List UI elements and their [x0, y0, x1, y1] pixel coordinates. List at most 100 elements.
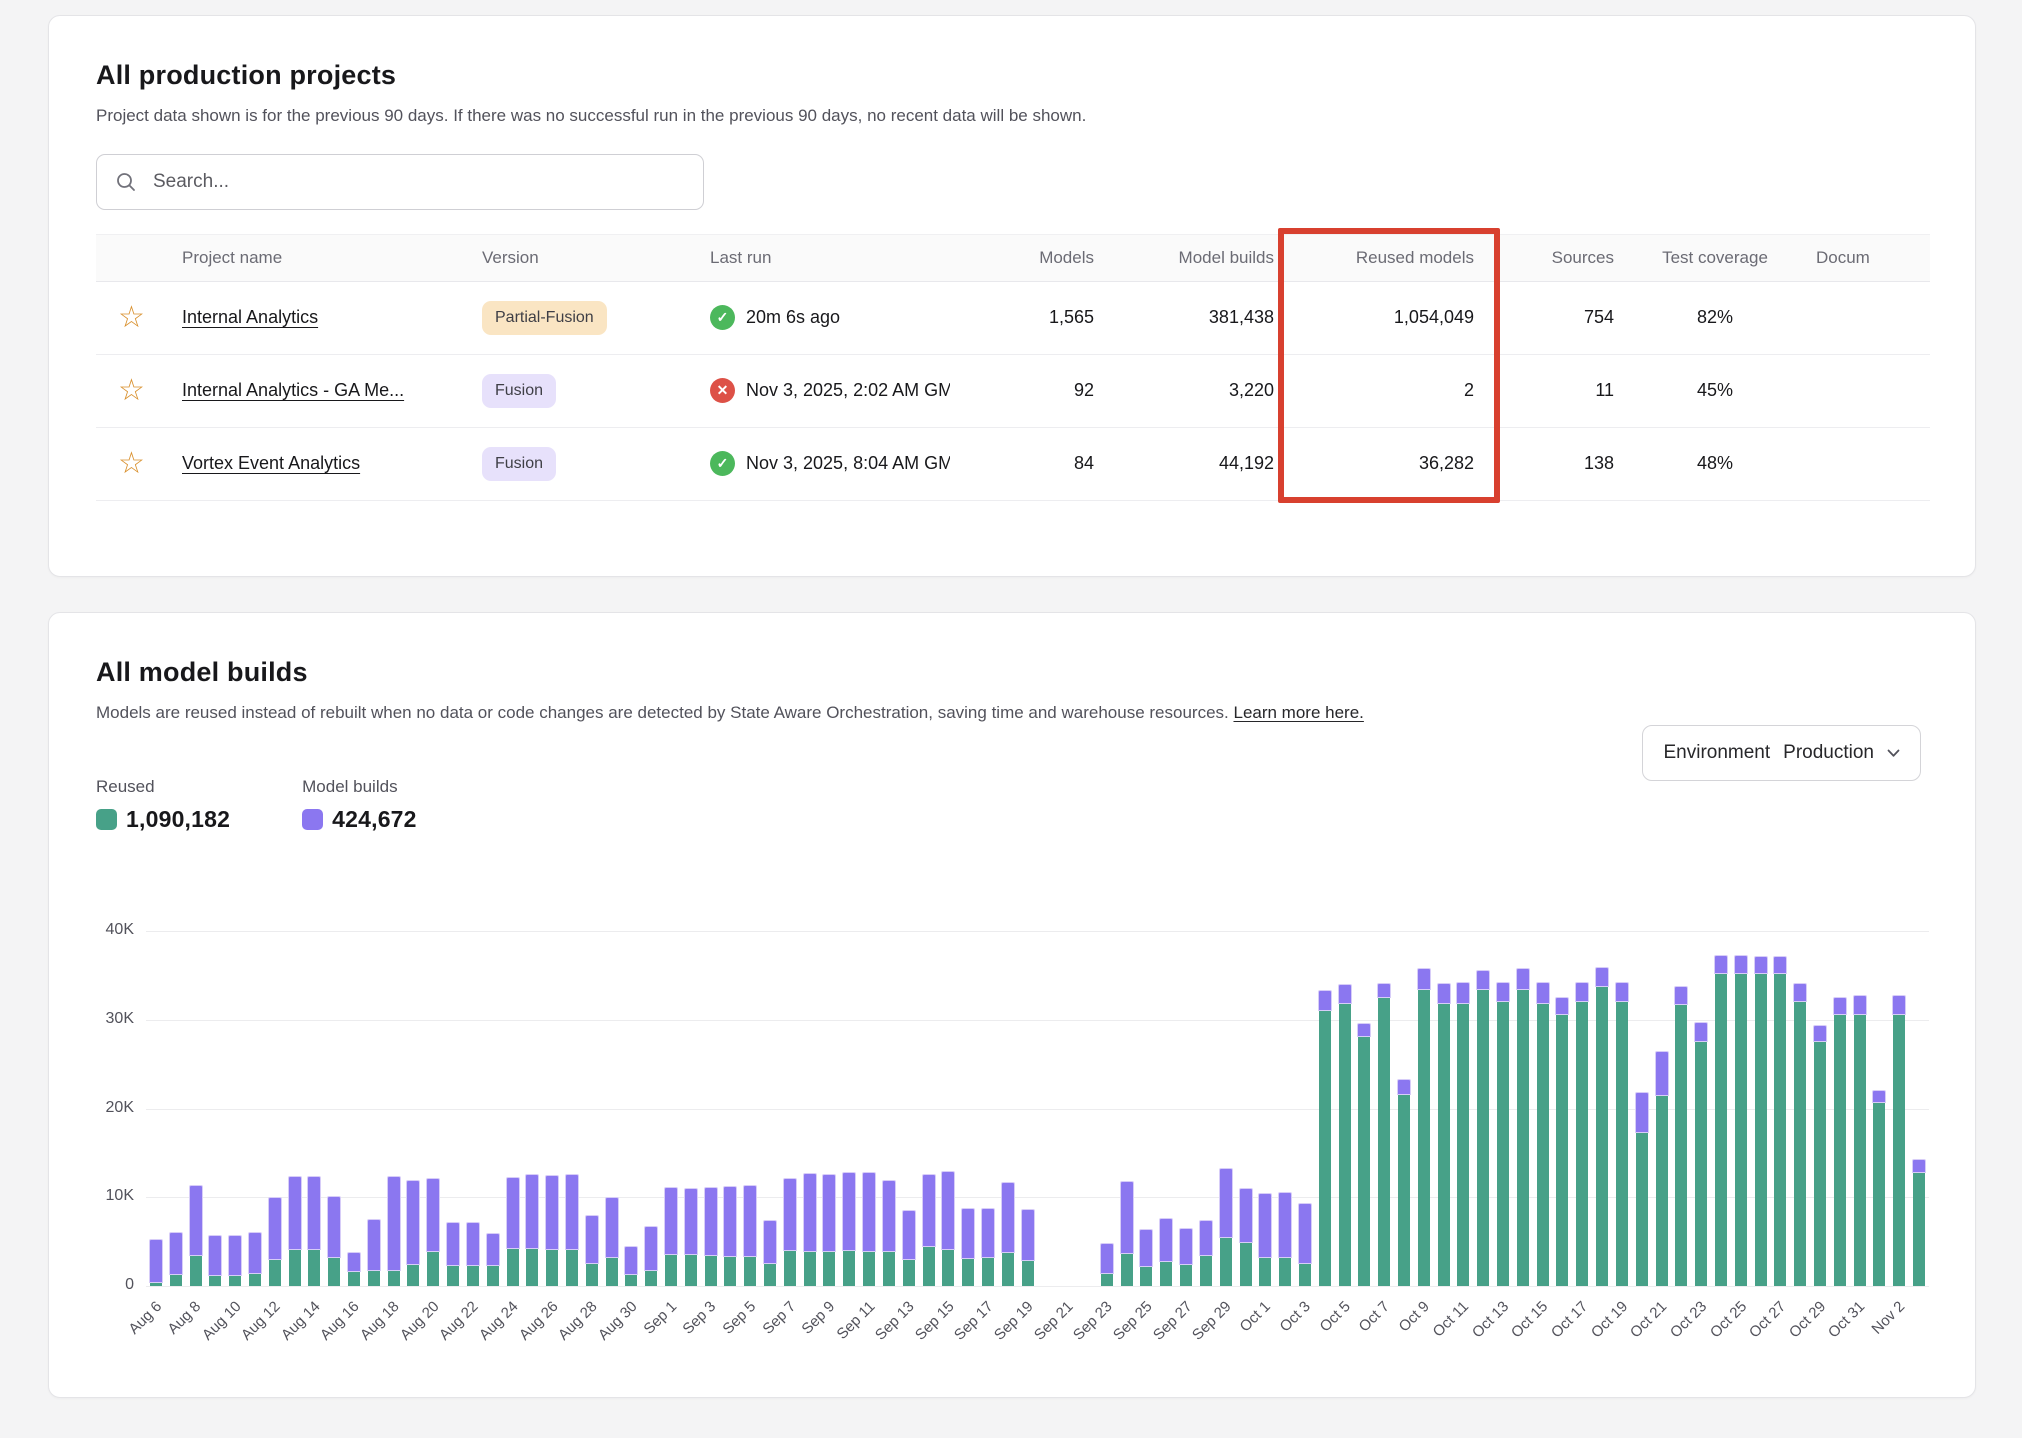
bar-reused-segment[interactable]: [269, 1260, 281, 1286]
project-name-link[interactable]: Internal Analytics: [182, 307, 318, 327]
favorite-star-icon[interactable]: ☆: [112, 303, 145, 333]
bar-model-builds-segment[interactable]: [1813, 1025, 1827, 1042]
bar-reused-segment[interactable]: [962, 1259, 974, 1286]
bar-model-builds-segment[interactable]: [1120, 1181, 1134, 1254]
bar-reused-segment[interactable]: [328, 1258, 340, 1286]
bar-model-builds-segment[interactable]: [565, 1174, 579, 1250]
bar-model-builds-segment[interactable]: [288, 1176, 302, 1250]
bar-reused-segment[interactable]: [526, 1249, 538, 1286]
bar-reused-segment[interactable]: [1517, 990, 1529, 1286]
bar-model-builds-segment[interactable]: [1734, 955, 1748, 974]
bar-model-builds-segment[interactable]: [664, 1187, 678, 1255]
bar-reused-segment[interactable]: [1913, 1173, 1925, 1286]
bar-reused-segment[interactable]: [1220, 1238, 1232, 1286]
bar-model-builds-segment[interactable]: [1773, 956, 1787, 974]
bar-model-builds-segment[interactable]: [1179, 1228, 1193, 1265]
bar-model-builds-segment[interactable]: [1476, 970, 1490, 990]
bar-reused-segment[interactable]: [1477, 990, 1489, 1286]
bar-reused-segment[interactable]: [942, 1250, 954, 1286]
bar-reused-segment[interactable]: [724, 1257, 736, 1286]
bar-reused-segment[interactable]: [1101, 1274, 1113, 1286]
bar-model-builds-segment[interactable]: [1536, 982, 1550, 1004]
bar-reused-segment[interactable]: [982, 1258, 994, 1286]
bar-reused-segment[interactable]: [1556, 1015, 1568, 1286]
bar-reused-segment[interactable]: [1438, 1004, 1450, 1286]
bar-reused-segment[interactable]: [1497, 1002, 1509, 1286]
bar-model-builds-segment[interactable]: [1714, 955, 1728, 974]
bar-reused-segment[interactable]: [546, 1250, 558, 1286]
bar-model-builds-segment[interactable]: [1694, 1022, 1708, 1042]
bar-model-builds-segment[interactable]: [347, 1252, 361, 1272]
bar-reused-segment[interactable]: [1834, 1015, 1846, 1286]
bar-reused-segment[interactable]: [1537, 1004, 1549, 1286]
bar-reused-segment[interactable]: [308, 1250, 320, 1286]
bar-reused-segment[interactable]: [507, 1249, 519, 1286]
bar-reused-segment[interactable]: [1160, 1262, 1172, 1286]
bar-model-builds-segment[interactable]: [1754, 956, 1768, 974]
bar-reused-segment[interactable]: [685, 1255, 697, 1286]
bar-model-builds-segment[interactable]: [327, 1196, 341, 1258]
bar-reused-segment[interactable]: [1457, 1004, 1469, 1286]
environment-dropdown[interactable]: Environment Production: [1642, 725, 1921, 781]
bar-reused-segment[interactable]: [1794, 1002, 1806, 1286]
bar-reused-segment[interactable]: [1398, 1095, 1410, 1286]
bar-reused-segment[interactable]: [863, 1252, 875, 1286]
bar-model-builds-segment[interactable]: [1278, 1192, 1292, 1258]
bar-reused-segment[interactable]: [1022, 1261, 1034, 1286]
bar-reused-segment[interactable]: [1596, 987, 1608, 1286]
bar-model-builds-segment[interactable]: [1001, 1182, 1015, 1253]
bar-model-builds-segment[interactable]: [1258, 1193, 1272, 1258]
bar-model-builds-segment[interactable]: [1674, 986, 1688, 1005]
bar-model-builds-segment[interactable]: [1159, 1218, 1173, 1262]
bar-reused-segment[interactable]: [566, 1250, 578, 1286]
bar-model-builds-segment[interactable]: [644, 1226, 658, 1271]
bar-reused-segment[interactable]: [229, 1276, 241, 1286]
bar-model-builds-segment[interactable]: [902, 1210, 916, 1260]
bar-reused-segment[interactable]: [1616, 1002, 1628, 1286]
bar-reused-segment[interactable]: [903, 1260, 915, 1286]
bar-reused-segment[interactable]: [1576, 1002, 1588, 1286]
bar-model-builds-segment[interactable]: [822, 1174, 836, 1252]
bar-reused-segment[interactable]: [1339, 1004, 1351, 1286]
bar-model-builds-segment[interactable]: [1575, 982, 1589, 1002]
table-row[interactable]: ☆ Internal Analytics Partial-Fusion ✓ 20…: [96, 281, 1930, 354]
project-name-link[interactable]: Internal Analytics - GA Me...: [182, 380, 404, 400]
bar-reused-segment[interactable]: [1140, 1267, 1152, 1286]
bar-reused-segment[interactable]: [1180, 1265, 1192, 1286]
bar-reused-segment[interactable]: [1755, 974, 1767, 1286]
bar-reused-segment[interactable]: [843, 1251, 855, 1286]
bar-reused-segment[interactable]: [1279, 1258, 1291, 1286]
bar-reused-segment[interactable]: [1319, 1011, 1331, 1286]
bar-reused-segment[interactable]: [1774, 974, 1786, 1286]
bar-reused-segment[interactable]: [764, 1264, 776, 1286]
bar-reused-segment[interactable]: [1873, 1103, 1885, 1286]
bar-model-builds-segment[interactable]: [1318, 990, 1332, 1011]
bar-model-builds-segment[interactable]: [922, 1174, 936, 1247]
bar-model-builds-segment[interactable]: [1397, 1079, 1411, 1095]
bar-model-builds-segment[interactable]: [882, 1180, 896, 1252]
bar-reused-segment[interactable]: [190, 1256, 202, 1286]
bar-reused-segment[interactable]: [170, 1275, 182, 1286]
bar-model-builds-segment[interactable]: [862, 1172, 876, 1252]
bar-reused-segment[interactable]: [1636, 1133, 1648, 1286]
bar-model-builds-segment[interactable]: [1635, 1092, 1649, 1133]
bar-reused-segment[interactable]: [1121, 1254, 1133, 1286]
bar-model-builds-segment[interactable]: [1892, 995, 1906, 1015]
bar-model-builds-segment[interactable]: [1417, 968, 1431, 990]
bar-reused-segment[interactable]: [289, 1250, 301, 1286]
bar-reused-segment[interactable]: [1378, 998, 1390, 1286]
bar-model-builds-segment[interactable]: [367, 1219, 381, 1271]
bar-reused-segment[interactable]: [705, 1256, 717, 1286]
bar-model-builds-segment[interactable]: [506, 1177, 520, 1249]
bar-model-builds-segment[interactable]: [1298, 1203, 1312, 1264]
bar-model-builds-segment[interactable]: [208, 1235, 222, 1276]
bar-model-builds-segment[interactable]: [1496, 982, 1510, 1002]
bar-model-builds-segment[interactable]: [624, 1246, 638, 1275]
bar-model-builds-segment[interactable]: [466, 1222, 480, 1266]
bar-model-builds-segment[interactable]: [704, 1187, 718, 1256]
bar-model-builds-segment[interactable]: [406, 1180, 420, 1265]
bar-model-builds-segment[interactable]: [1516, 968, 1530, 990]
bar-model-builds-segment[interactable]: [1872, 1090, 1886, 1103]
bar-model-builds-segment[interactable]: [1021, 1209, 1035, 1261]
bar-reused-segment[interactable]: [1358, 1037, 1370, 1286]
